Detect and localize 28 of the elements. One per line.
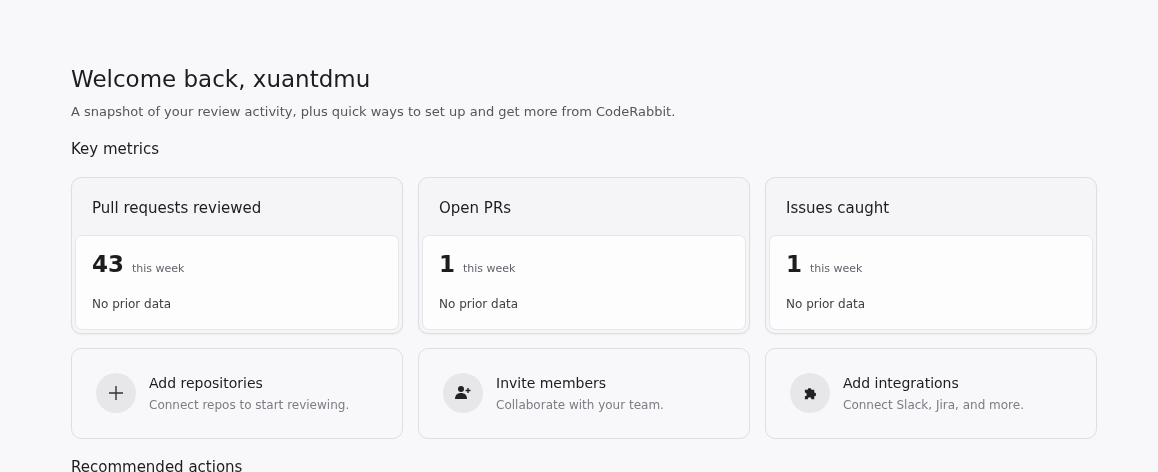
add-user-icon xyxy=(455,385,471,402)
action-title: Add repositories xyxy=(149,373,264,393)
action-card[interactable]: Add repositories Connect repos to start reviewing. xyxy=(71,347,403,439)
metric-title: Pull requests reviewed xyxy=(91,197,263,219)
action-title: Invite members xyxy=(496,373,608,393)
puzzle-icon xyxy=(802,385,818,401)
metric-comparison: No prior data xyxy=(439,295,520,313)
metric-value: 1 xyxy=(786,253,802,277)
metric-value: 43 xyxy=(92,253,124,277)
page-subtitle: A snapshot of your review activity, plus quick ways to set up and get more from CodeRabbit. xyxy=(71,102,677,121)
metric-comparison: No prior data xyxy=(92,295,173,313)
action-description: Collaborate with your team. xyxy=(496,396,664,414)
metric-period: this week xyxy=(810,261,863,278)
plus-icon xyxy=(108,385,124,402)
metric-period: this week xyxy=(132,261,185,278)
action-description: Connect Slack, Jira, and more. xyxy=(843,396,1024,414)
page-title: Welcome back, xuantdmu xyxy=(71,66,372,94)
metric-title: Issues caught xyxy=(785,197,891,219)
metric-title: Open PRs xyxy=(438,197,513,219)
metric-comparison: No prior data xyxy=(786,295,867,313)
action-card[interactable]: Add integrations Connect Slack, Jira, and more. xyxy=(765,347,1097,439)
metric-value: 1 xyxy=(439,253,455,277)
action-description: Connect repos to start reviewing. xyxy=(149,396,350,414)
action-card[interactable]: Invite members Collaborate with your team. xyxy=(418,347,750,439)
section-title: Key metrics xyxy=(71,139,161,161)
section-title: Recommended actions xyxy=(71,456,244,472)
action-title: Add integrations xyxy=(843,373,960,393)
metric-period: this week xyxy=(463,261,516,278)
